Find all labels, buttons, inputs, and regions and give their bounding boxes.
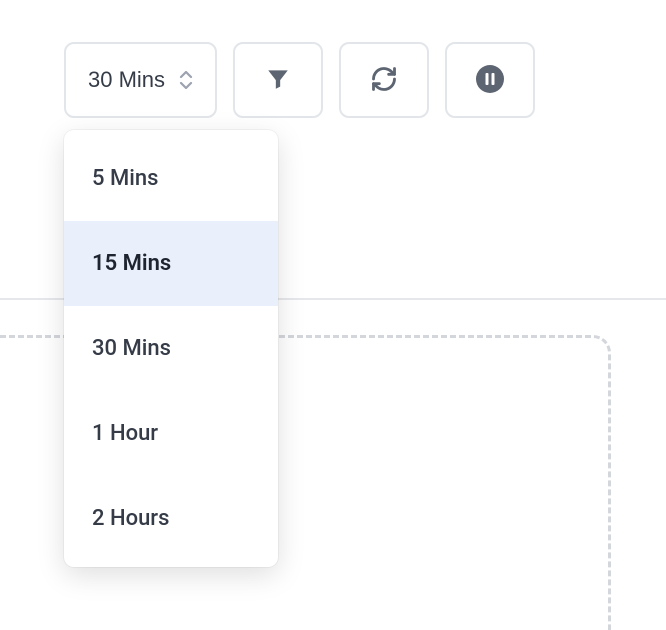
toolbar: 30 Mins <box>0 0 666 118</box>
dropdown-item-label: 30 Mins <box>92 336 171 361</box>
refresh-icon <box>370 65 398 96</box>
dropdown-item-5-mins[interactable]: 5 Mins <box>64 136 278 221</box>
filter-icon <box>265 66 291 95</box>
filter-button[interactable] <box>233 42 323 118</box>
time-range-dropdown: 5 Mins 15 Mins 30 Mins 1 Hour 2 Hours <box>64 130 278 567</box>
time-range-select[interactable]: 30 Mins <box>64 42 217 118</box>
dropdown-item-label: 2 Hours <box>92 506 169 531</box>
dropdown-item-1-hour[interactable]: 1 Hour <box>64 391 278 476</box>
dropdown-item-label: 1 Hour <box>92 421 158 446</box>
time-range-selected-label: 30 Mins <box>88 67 165 93</box>
pause-icon <box>475 64 505 97</box>
pause-button[interactable] <box>445 42 535 118</box>
chevron-up-down-icon <box>179 71 193 89</box>
dropdown-item-15-mins[interactable]: 15 Mins <box>64 221 278 306</box>
dropdown-item-label: 15 Mins <box>92 251 171 276</box>
dropdown-item-label: 5 Mins <box>92 166 158 191</box>
refresh-button[interactable] <box>339 42 429 118</box>
dropdown-item-30-mins[interactable]: 30 Mins <box>64 306 278 391</box>
dropdown-item-2-hours[interactable]: 2 Hours <box>64 476 278 561</box>
